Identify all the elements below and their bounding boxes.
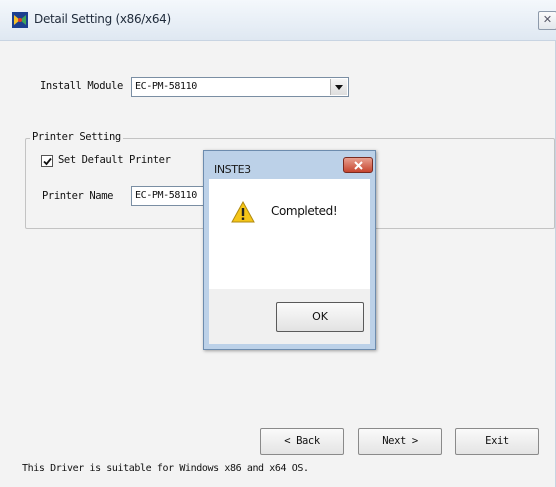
close-icon (354, 161, 363, 170)
dropdown-button[interactable] (330, 79, 347, 95)
dialog-title: INSTE3 (214, 163, 251, 176)
back-button[interactable]: < Back (260, 428, 344, 455)
detail-setting-window: Detail Setting (x86/x64) ✕ Install Modul… (0, 0, 556, 487)
printer-name-label: Printer Name (42, 190, 114, 202)
set-default-printer-label: Set Default Printer (58, 154, 171, 166)
chevron-down-icon (335, 85, 343, 90)
window-close-button[interactable]: ✕ (538, 11, 556, 30)
dialog-body (209, 179, 370, 289)
checkmark-icon (43, 157, 52, 166)
install-module-label: Install Module (40, 80, 123, 92)
install-module-select[interactable]: EC-PM-58110 (131, 77, 349, 97)
next-button[interactable]: Next > (358, 428, 442, 455)
printer-name-value: EC-PM-58110 (135, 190, 197, 201)
printer-name-field[interactable]: EC-PM-58110 (131, 186, 205, 206)
set-default-printer-checkbox[interactable] (41, 155, 53, 167)
printer-setting-legend: Printer Setting (30, 131, 123, 143)
ok-button[interactable]: OK (276, 302, 364, 332)
app-icon (12, 12, 28, 28)
title-bar: Detail Setting (x86/x64) ✕ (0, 0, 556, 41)
window-title: Detail Setting (x86/x64) (34, 12, 171, 26)
exit-button[interactable]: Exit (455, 428, 539, 455)
footer-note: This Driver is suitable for Windows x86 … (22, 463, 309, 474)
completed-dialog: INSTE3 Completed! OK (203, 150, 376, 350)
dialog-close-button[interactable] (343, 157, 373, 173)
install-module-value: EC-PM-58110 (135, 81, 197, 92)
dialog-message: Completed! (271, 204, 338, 218)
warning-icon (231, 201, 255, 223)
